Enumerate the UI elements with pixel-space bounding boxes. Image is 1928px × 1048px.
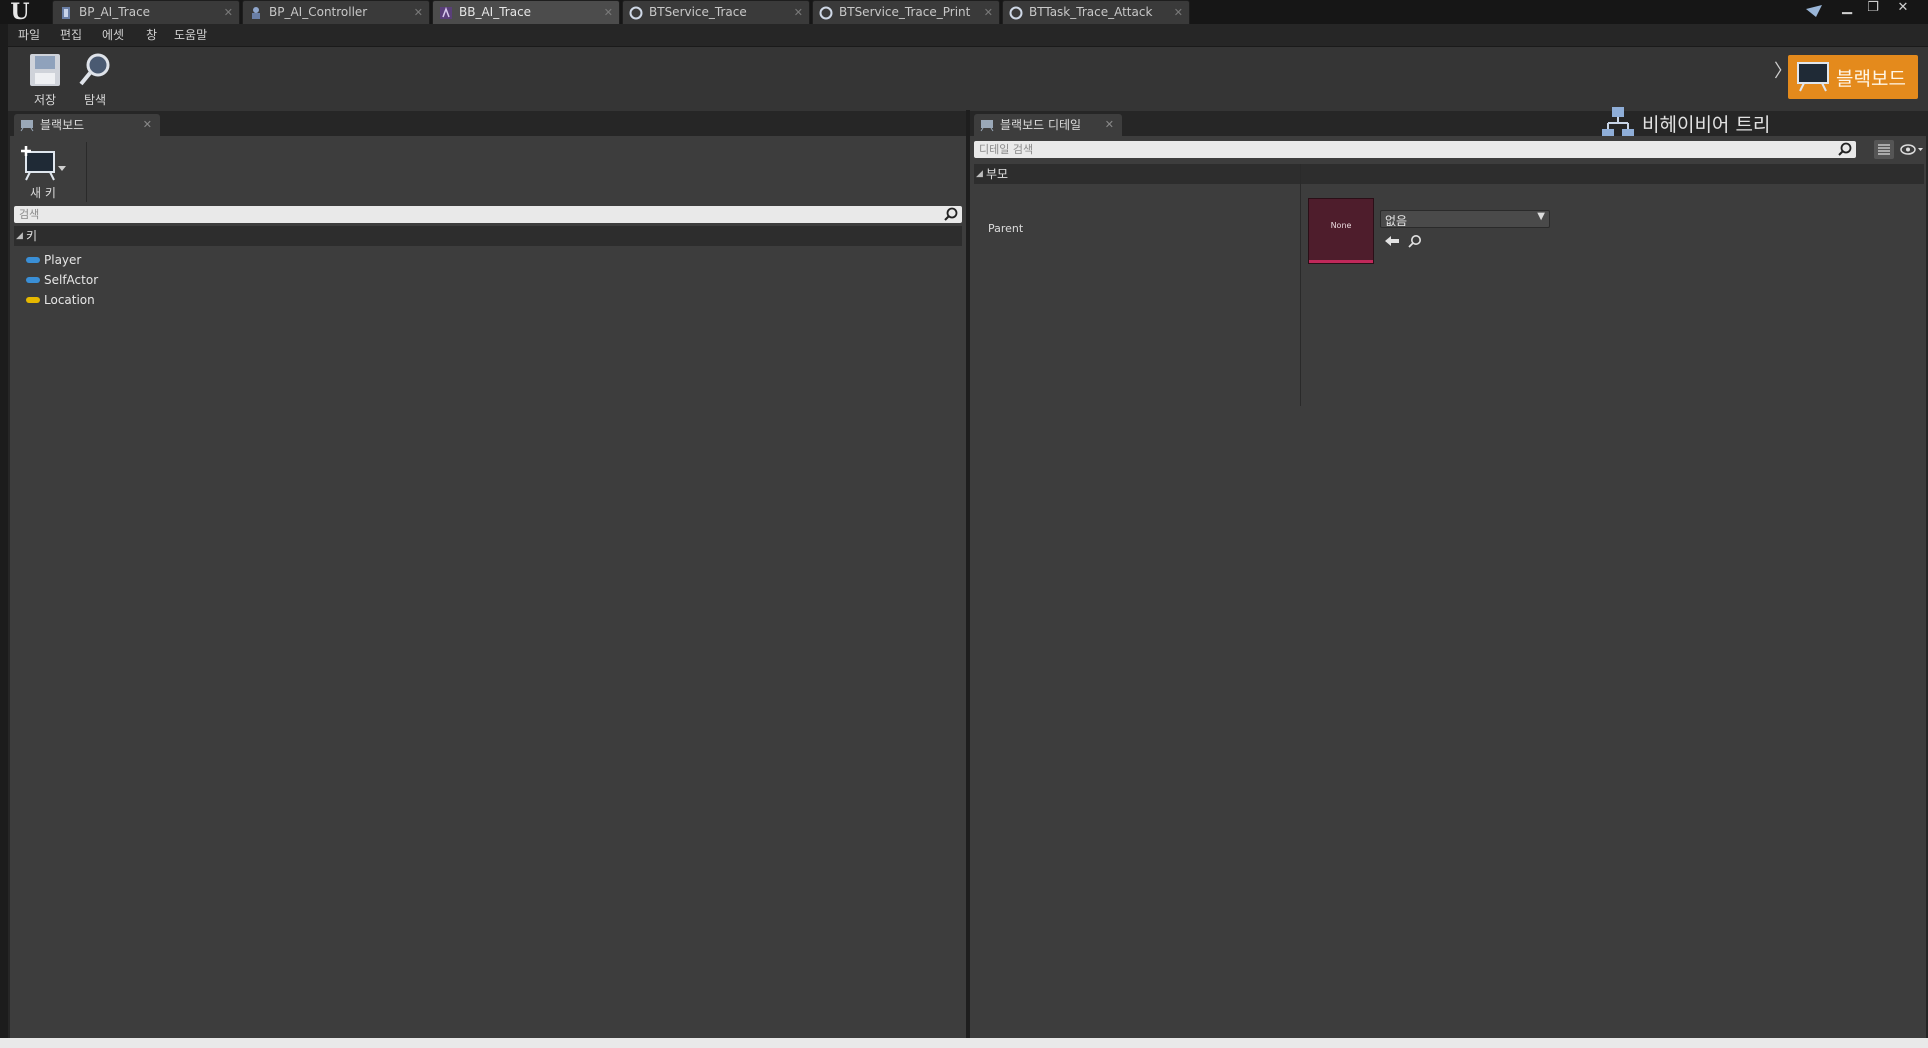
close-icon[interactable]: ✕ [1174, 1, 1183, 24]
search-icon [1838, 142, 1852, 156]
tab-label: BTTask_Trace_Attack [1029, 5, 1153, 19]
left-edge [0, 24, 8, 1048]
blackboard-panel: 새 키 검색 ◢ 키 Player SelfActor Location [10, 136, 966, 1038]
new-key-button[interactable]: 새 키 [20, 144, 76, 200]
restore-button[interactable]: ❐ [1860, 0, 1886, 18]
object-key-type-icon [26, 257, 40, 263]
tab-bttask-trace-attack[interactable]: BTTask_Trace_Attack ✕ [1002, 0, 1190, 24]
browse-button[interactable]: 탐색 [70, 49, 120, 109]
blackboard-tab-icon [20, 120, 34, 132]
new-key-icon [21, 146, 66, 181]
blackboard-asset-icon [440, 6, 452, 19]
menu-edit[interactable]: 편집 [60, 24, 82, 46]
blackboard-search-input[interactable]: 검색 [14, 206, 962, 223]
close-icon[interactable]: ✕ [224, 1, 233, 24]
tab-bp-ai-trace[interactable]: BP_AI_Trace ✕ [52, 0, 240, 24]
menu-help[interactable]: 도움말 [174, 24, 207, 46]
new-key-label: 새 키 [30, 186, 56, 200]
parent-asset-combo[interactable]: 없음 ▼ [1380, 210, 1550, 228]
save-icon [30, 54, 60, 86]
key-name: Location [44, 293, 95, 307]
minimize-button[interactable]: ▁ [1834, 0, 1860, 18]
bt-node-icon [819, 6, 833, 20]
grid-list-icon [1878, 144, 1890, 155]
parent-section-label: 부모 [986, 167, 1009, 181]
browse-to-asset-icon[interactable] [1408, 234, 1422, 248]
tab-btservice-trace-print[interactable]: BTService_Trace_Print ✕ [812, 0, 1000, 24]
blackboard-panel-tab[interactable]: 블랙보드 ✕ [14, 114, 160, 136]
parent-section-header[interactable]: ◢ 부모 [974, 164, 1924, 184]
save-button[interactable]: 저장 [20, 49, 70, 109]
bt-node-icon [1009, 6, 1023, 20]
object-key-type-icon [26, 277, 40, 283]
blackboard-details-panel: 디테일 검색 ◢ 부모 Parent None 없음 ▼ [970, 136, 1926, 1038]
bottom-strip [0, 1038, 1928, 1048]
blackboard-details-panel-tab[interactable]: 블랙보드 디테일 ✕ [974, 114, 1122, 136]
feedback-icon[interactable] [1804, 3, 1824, 19]
vector-key-type-icon [26, 297, 40, 303]
close-icon[interactable]: ✕ [143, 114, 152, 136]
tab-label: BTService_Trace_Print [839, 5, 971, 19]
unreal-logo-icon: U [10, 0, 30, 25]
collapse-arrow-icon: ◢ [16, 231, 23, 241]
property-matrix-button[interactable] [1874, 140, 1894, 159]
blackboard-mode-label: 블랙보드 [1836, 68, 1906, 90]
tab-btservice-trace[interactable]: BTService_Trace ✕ [622, 0, 810, 24]
asset-thumbnail[interactable]: None [1308, 198, 1374, 264]
key-name: SelfActor [44, 273, 99, 287]
keys-section-header[interactable]: ◢ 키 [14, 226, 962, 246]
close-icon[interactable]: ✕ [794, 1, 803, 24]
browse-magnifier-icon [79, 53, 110, 86]
chevron-down-icon: ▼ [1537, 211, 1545, 222]
eye-icon [1900, 144, 1923, 155]
key-row-location[interactable]: Location [26, 290, 326, 310]
tab-label: BB_AI_Trace [459, 5, 532, 19]
toolbar: 저장 탐색 비헤이비어 트리 〉 블랙보드 [8, 46, 1928, 139]
key-row-selfactor[interactable]: SelfActor [26, 270, 326, 290]
tab-bb-ai-trace[interactable]: BB_AI_Trace ✕ [432, 0, 620, 24]
blackboard-mode-button[interactable]: 블랙보드 [1788, 55, 1918, 99]
menu-file[interactable]: 파일 [18, 24, 40, 46]
key-row-player[interactable]: Player [26, 250, 326, 270]
close-icon[interactable]: ✕ [984, 1, 993, 24]
menu-bar: 파일 편집 에셋 창 도움말 [8, 24, 1928, 46]
combo-value: 없음 [1385, 214, 1408, 228]
browse-label: 탐색 [83, 93, 107, 107]
toolbar-divider [86, 142, 87, 202]
behavior-tree-mode-label: 비헤이비어 트리 [1642, 114, 1771, 136]
parent-property-label: Parent [988, 222, 1024, 235]
menu-window[interactable]: 창 [146, 24, 157, 46]
bt-node-icon [629, 6, 643, 20]
save-label: 저장 [33, 93, 57, 107]
property-column-divider[interactable] [1300, 164, 1301, 406]
tab-label: BP_AI_Trace [79, 5, 151, 19]
thumbnail-type-bar [1309, 260, 1373, 263]
blackboard-icon [1797, 62, 1829, 92]
details-search-input[interactable]: 디테일 검색 [974, 141, 1856, 158]
search-placeholder: 검색 [19, 208, 40, 221]
tab-label: BTService_Trace [649, 5, 747, 19]
use-selected-arrow-icon[interactable] [1384, 234, 1400, 248]
tab-label: BP_AI_Controller [269, 5, 368, 19]
search-icon [944, 207, 958, 221]
search-placeholder: 디테일 검색 [979, 143, 1034, 156]
close-icon[interactable]: ✕ [414, 1, 423, 24]
details-panel-title: 블랙보드 디테일 [1000, 118, 1082, 132]
key-name: Player [44, 253, 82, 267]
thumbnail-label: None [1330, 221, 1352, 230]
close-icon[interactable]: ✕ [1105, 114, 1114, 136]
blackboard-panel-title: 블랙보드 [40, 118, 85, 132]
ai-controller-icon [252, 7, 260, 19]
close-icon[interactable]: ✕ [604, 1, 613, 24]
keys-section-label: 키 [26, 229, 38, 243]
view-options-button[interactable] [1898, 140, 1924, 159]
close-window-button[interactable]: ✕ [1890, 0, 1916, 18]
blueprint-class-icon [62, 7, 70, 19]
tab-bp-ai-controller[interactable]: BP_AI_Controller ✕ [242, 0, 430, 24]
details-tab-icon [980, 120, 994, 132]
collapse-arrow-icon: ◢ [976, 169, 983, 179]
menu-asset[interactable]: 에셋 [102, 24, 124, 46]
